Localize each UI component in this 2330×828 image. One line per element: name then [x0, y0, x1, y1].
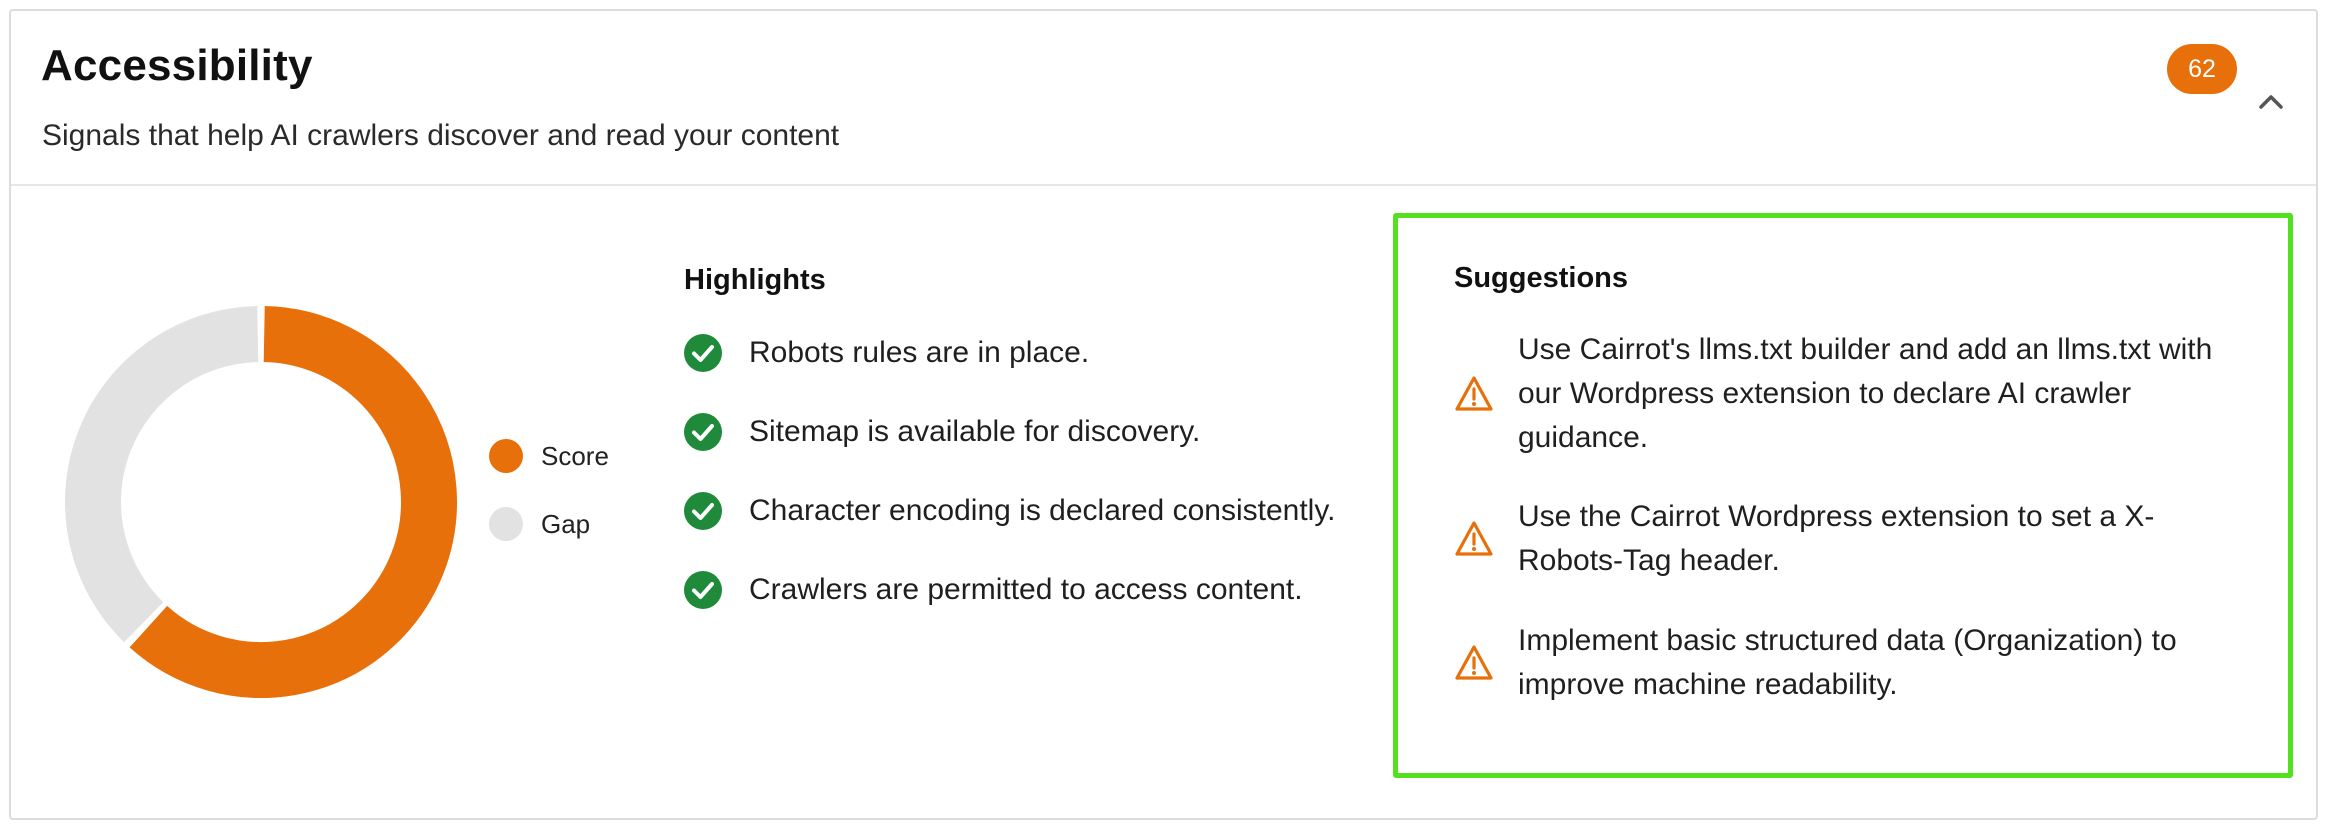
highlights-title: Highlights	[684, 264, 826, 296]
collapse-button[interactable]	[2247, 77, 2295, 125]
suggestions-title: Suggestions	[1454, 262, 1629, 294]
section-subtitle: Signals that help AI crawlers discover a…	[42, 119, 840, 152]
legend-label-gap: Gap	[541, 508, 591, 539]
highlight-text: Crawlers are permitted to access content…	[749, 573, 1303, 606]
suggestion-text: Use Cairrot's llms.txt builder and add a…	[1518, 333, 2213, 454]
suggestion-text: Use the Cairrot Wordpress extension to s…	[1518, 500, 2155, 577]
chevron-up-icon	[2259, 95, 2283, 109]
card-header: Accessibility Signals that help AI crawl…	[11, 11, 2316, 186]
check-circle-icon	[684, 413, 722, 451]
legend-swatch-gap	[489, 507, 523, 541]
legend-label-score: Score	[541, 440, 609, 471]
suggestion-text: Implement basic structured data (Organiz…	[1518, 624, 2177, 701]
warning-icon	[1455, 376, 1493, 411]
suggestion-item: Use the Cairrot Wordpress extension to s…	[1454, 495, 2254, 583]
legend-swatch-score	[489, 439, 523, 473]
check-circle-icon	[684, 492, 722, 530]
highlight-text: Robots rules are in place.	[749, 336, 1090, 369]
donut-svg	[65, 306, 457, 698]
legend-item-gap: Gap	[489, 507, 590, 541]
suggestion-item: Implement basic structured data (Organiz…	[1454, 619, 2254, 707]
warning-icon	[1455, 521, 1493, 556]
highlight-item: Character encoding is declared consisten…	[684, 492, 1335, 530]
highlight-item: Sitemap is available for discovery.	[684, 413, 1200, 451]
accessibility-card: Accessibility Signals that help AI crawl…	[9, 9, 2318, 820]
warning-icon	[1455, 645, 1493, 680]
check-circle-icon	[684, 334, 722, 372]
highlight-text: Sitemap is available for discovery.	[749, 415, 1201, 448]
donut-gap-segment	[65, 306, 259, 643]
check-circle-icon	[684, 571, 722, 609]
highlight-item: Crawlers are permitted to access content…	[684, 571, 1303, 609]
donut-score-segment	[129, 306, 457, 698]
section-title: Accessibility	[41, 41, 313, 90]
legend-item-score: Score	[489, 439, 609, 473]
score-badge: 62	[2167, 44, 2237, 94]
highlight-text: Character encoding is declared consisten…	[749, 494, 1336, 527]
suggestion-item: Use Cairrot's llms.txt builder and add a…	[1454, 328, 2254, 460]
highlight-item: Robots rules are in place.	[684, 334, 1089, 372]
suggestions-panel: Suggestions Use Cairrot's llms.txt build…	[1393, 213, 2293, 778]
score-donut-chart	[65, 306, 457, 698]
